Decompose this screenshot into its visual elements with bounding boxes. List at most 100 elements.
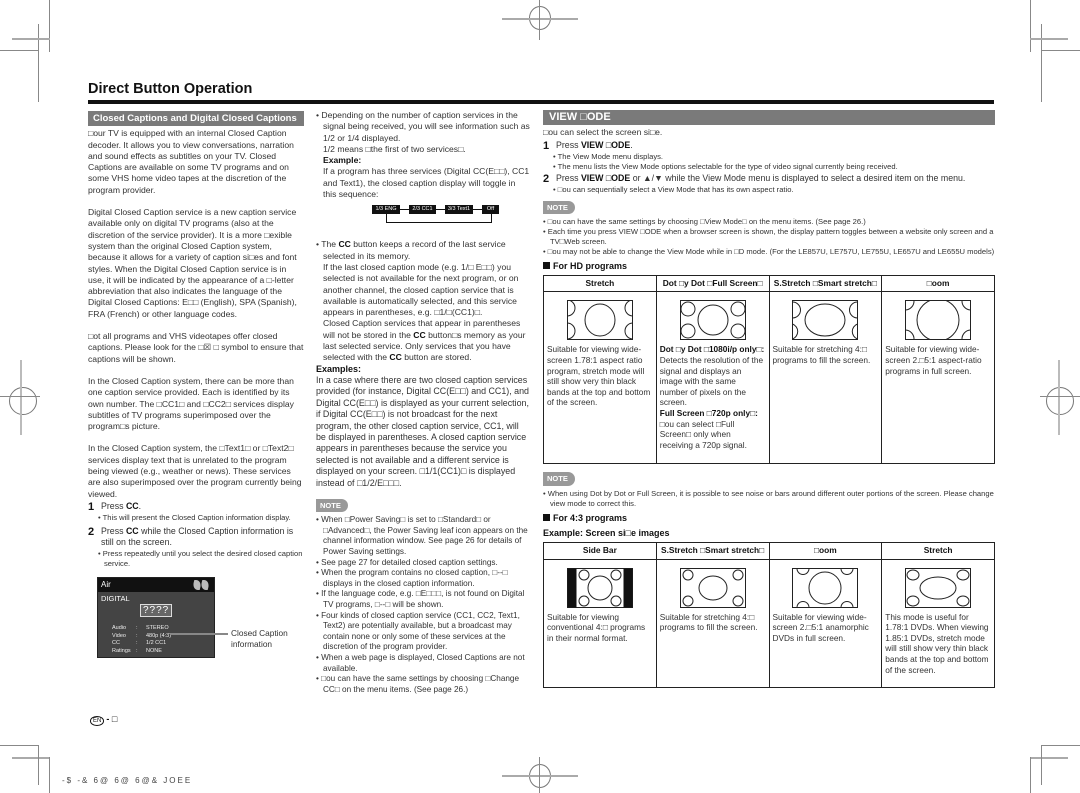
channel-number: ????	[140, 604, 173, 617]
crop-mark	[12, 757, 50, 759]
crop-mark	[1030, 757, 1031, 793]
registration-mark	[0, 396, 40, 397]
step-sub-bullet: • The menu lists the View Mode options s…	[553, 161, 898, 171]
mode-description: Full Screen □720p only□: □ou can select …	[659, 408, 758, 450]
arrow-right-icon	[436, 209, 445, 211]
info-rows: Audio: STEREO Video:480p (4:3) CC:1/2 CC1…	[112, 625, 171, 655]
note-item: • Four kinds of closed caption service (…	[316, 610, 520, 652]
sequence-step: 2/3 CC1	[409, 205, 436, 215]
registration-mark	[1058, 360, 1060, 435]
crop-mark	[1041, 50, 1080, 51]
step-2: 2 Press CC while the Closed Caption info…	[88, 526, 304, 549]
registration-mark	[1046, 387, 1074, 415]
examples-text: In a case where there are two closed cap…	[316, 374, 529, 488]
note-item: • □ou may not be able to change the View…	[543, 246, 995, 256]
button-name: CC	[125, 525, 139, 536]
note-badge: NOTE	[543, 200, 575, 214]
stretch-screen-icon	[566, 300, 633, 341]
title-rule	[88, 100, 994, 104]
table-row: Suitable for viewing wide-screen 1.78:1 …	[543, 291, 995, 464]
registration-mark	[502, 18, 578, 20]
crop-mark	[1030, 757, 1068, 759]
note-list: • When using Dot by Dot or Full Screen, …	[543, 489, 995, 509]
example-text: If a program has three services (Digital…	[323, 166, 530, 200]
mode-description: Dot □y Dot □1080i/p only□: Detects the r…	[659, 344, 765, 408]
table-header-row: Side Bar S.Stretch □Smart stretch□ □oom …	[543, 542, 995, 560]
step-text: .	[138, 500, 142, 511]
note-list: • When □Power Saving□ is set to □Standar…	[316, 515, 530, 695]
column-header: S.Stretch □Smart stretch□	[768, 275, 883, 293]
note-item: • □ou can have the same settings by choo…	[543, 216, 866, 226]
hd-view-mode-table: Stretch Dot □y Dot □Full Screen□ S.Stret…	[543, 275, 995, 465]
table-cell: This mode is useful for 1.78:1 DVDs. Whe…	[881, 559, 995, 688]
paragraph: □our TV is equipped with an internal Clo…	[88, 128, 294, 195]
note-item: • When □Power Saving□ is set to □Standar…	[316, 515, 528, 557]
registration-mark	[539, 757, 540, 793]
column-header: □oom	[881, 275, 995, 293]
step-sub-bullet: • Press repeatedly until you select the …	[98, 548, 303, 568]
stretch-screen-icon	[905, 567, 972, 608]
page-title: Direct Button Operation	[88, 81, 253, 97]
registration-mark	[9, 387, 37, 415]
table-cell: Suitable for viewing wide-screen 2.□5:1 …	[768, 559, 883, 688]
crop-mark	[38, 24, 39, 102]
closed-caption-info-window: Air DIGITAL ???? Audio: STEREO Video:480p…	[97, 577, 215, 658]
note-item: • □ou can have the same settings by choo…	[316, 674, 520, 694]
column-header: Stretch	[543, 275, 657, 293]
square-bullet-icon	[543, 261, 550, 269]
registration-mark	[502, 775, 578, 777]
examples-label: Examples:	[316, 363, 362, 374]
sequence-step: Off	[482, 205, 499, 215]
mode-description: Suitable for viewing wide-screen 2.□5:1 …	[885, 344, 982, 376]
info-row-ratings: Ratings: NONE	[112, 647, 162, 654]
smart-stretch-screen-icon	[792, 300, 859, 341]
note-item: • Each time you press VIEW □ODE when a b…	[543, 226, 994, 246]
callout-label: Closed Caption information	[231, 628, 288, 649]
note-item: • When the program contains no closed ca…	[316, 568, 508, 588]
arrow-right-icon	[400, 209, 409, 211]
view-mode-intro: □ou can select the screen si□e.	[543, 127, 663, 138]
section-heading-closed-captions: Closed Captions and Digital Closed Capti…	[88, 111, 304, 127]
column-header: Dot □y Dot □Full Screen□	[655, 275, 770, 293]
crop-mark	[1030, 38, 1068, 40]
info-row-cc: CC:1/2 CC1	[112, 640, 167, 646]
dot-by-dot-screen-icon	[679, 300, 746, 341]
step-sub-bullet: • The View Mode menu displays.	[553, 151, 664, 161]
table-cell: Dot □y Dot □1080i/p only□: Detects the r…	[655, 291, 770, 464]
language-badge: EN	[90, 716, 105, 726]
crop-mark	[1041, 24, 1042, 102]
note-badge: NOTE	[316, 499, 348, 513]
paragraph: □ot all programs and VHS videotapes offe…	[88, 331, 304, 364]
bullet: • The CC button keeps a record of the la…	[316, 239, 506, 261]
bullet-continued: Closed Caption services that appear in p…	[323, 318, 526, 363]
callout-line	[170, 633, 228, 635]
table-cell: Suitable for stretching 4:□ programs to …	[768, 291, 883, 464]
crop-mark	[0, 745, 38, 746]
mode-description: Suitable for viewing wide-screen 2.□5:1 …	[772, 611, 869, 643]
zoom-screen-icon	[792, 567, 859, 608]
example-label: Example:	[323, 155, 362, 166]
crop-mark	[49, 757, 50, 793]
table-cell: Suitable for viewing conventional 4:□ pr…	[543, 559, 657, 688]
screen-size-subheading: Example: Screen si□e images	[543, 528, 670, 539]
step-number: 2	[543, 172, 550, 185]
step-number: 2	[88, 525, 95, 538]
column-header: Side Bar	[543, 542, 657, 560]
sd-programs-heading: For 4:3 programs	[543, 513, 995, 524]
step-1: 1 Press CC.	[88, 501, 304, 513]
step-1: 1 Press VIEW □ODE.	[543, 139, 633, 152]
step-sub-bullet: • □ou can sequentially select a View Mod…	[553, 184, 794, 194]
table-cell: Suitable for viewing wide-screen 1.78:1 …	[543, 291, 657, 464]
note-item: • See page 27 for detailed closed captio…	[316, 557, 498, 567]
table-cell: Suitable for stretching 4:□ programs to …	[655, 559, 770, 688]
arrow-right-icon	[473, 209, 482, 211]
mode-description: Suitable for viewing conventional 4:□ pr…	[547, 611, 646, 643]
square-bullet-icon	[543, 513, 550, 521]
crop-mark	[12, 38, 50, 40]
table-header-row: Stretch Dot □y Dot □Full Screen□ S.Stret…	[543, 275, 995, 293]
table-cell: Suitable for viewing wide-screen 2.□5:1 …	[881, 291, 995, 464]
paragraph: In the Closed Caption system, there can …	[88, 375, 294, 432]
sd-view-mode-table: Side Bar S.Stretch □Smart stretch□ □oom …	[543, 542, 995, 688]
paragraph: Digital Closed Caption service is a new …	[88, 207, 297, 319]
step-2: 2 Press VIEW □ODE or ▲/▼ while the View …	[543, 172, 966, 185]
